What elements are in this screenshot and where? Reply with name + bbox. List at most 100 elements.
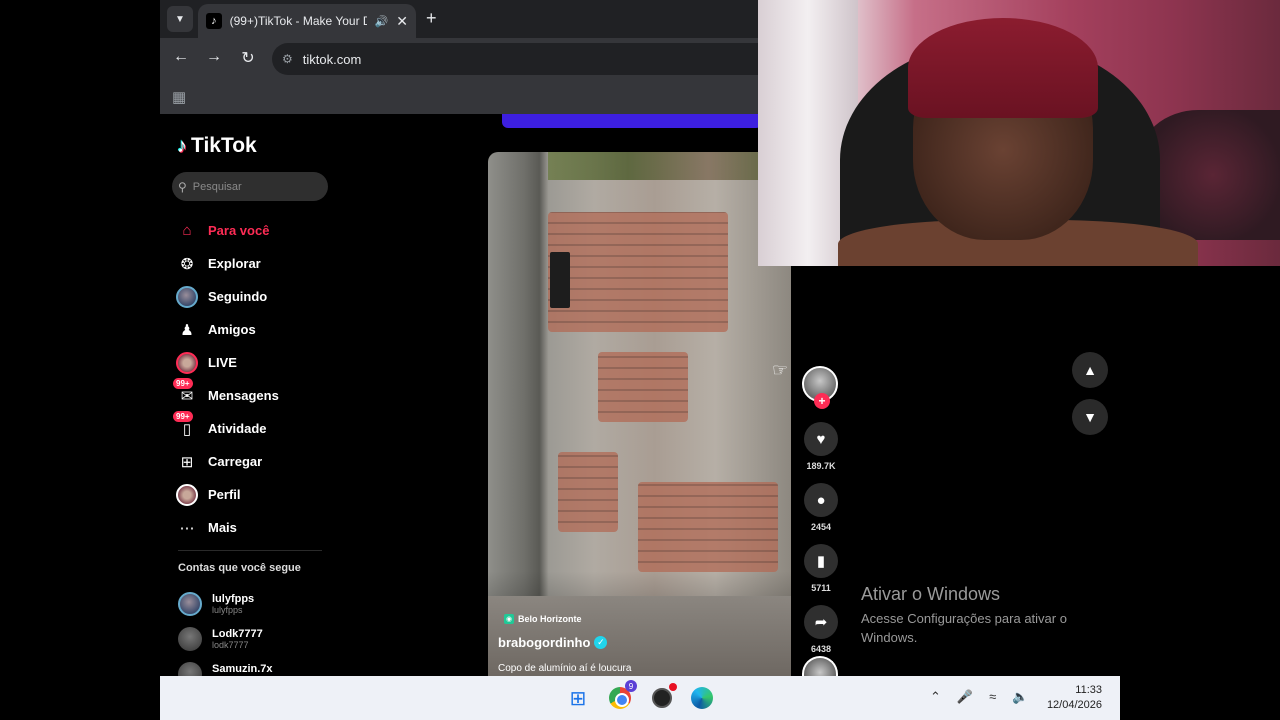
share-icon[interactable]: ➦ (804, 605, 838, 639)
activity-icon: ▯ 99+ (173, 410, 198, 440)
avatar (178, 626, 202, 651)
video-scene (638, 482, 778, 572)
account-handle: lulyfpps (212, 604, 243, 615)
tiktok-icon: ♪ (177, 134, 187, 157)
tiktok-logo[interactable]: ♪ TikTok (177, 134, 257, 158)
follow-plus-icon[interactable]: + (814, 393, 830, 409)
messages-icon: ✉ 99+ (173, 377, 198, 407)
video-caption: Copo de alumínio aí é loucura (498, 663, 632, 674)
system-tray: ⌃ 🎤 ≈ 🔈 (930, 689, 1028, 705)
chevron-up-icon[interactable]: ⌃ (930, 689, 941, 705)
list-item[interactable]: Lodk7777 lodk7777 (178, 621, 338, 656)
video-scene (598, 352, 688, 422)
author-name: brabogordinho (498, 635, 591, 650)
back-icon[interactable]: ← (170, 48, 192, 66)
sidebar-item-mensagens[interactable]: ✉ 99+ Mensagens (173, 377, 336, 412)
chevron-down-icon: ▼ (175, 13, 185, 25)
sidebar-item-seguindo[interactable]: Seguindo (176, 280, 336, 313)
notification-badge: 9 (625, 680, 637, 692)
sidebar-item-label: Explorar (208, 256, 261, 271)
share-action[interactable]: ➦ 6438 (802, 605, 840, 654)
like-count: 189.7K (806, 461, 836, 471)
audio-icon[interactable]: 🔊 (375, 15, 389, 28)
forward-icon[interactable]: → (203, 48, 225, 66)
sidebar-item-label: Seguindo (208, 289, 268, 304)
sidebar-item-live[interactable]: LIVE (176, 346, 336, 379)
microphone-icon[interactable]: 🎤 (957, 689, 973, 705)
video-location[interactable]: ◉ Belo Horizonte (504, 614, 582, 624)
video-scene (548, 212, 728, 332)
chevron-up-icon: ▲ (1083, 362, 1097, 378)
search-box[interactable]: ⚲ (172, 172, 328, 201)
list-item[interactable]: Samuzin.7x samuzin679 (178, 656, 338, 676)
wifi-icon[interactable]: ≈ (989, 689, 996, 705)
new-tab-icon[interactable]: + (426, 8, 437, 29)
edge-logo (691, 687, 713, 709)
video-scene (548, 152, 788, 180)
live-avatar (176, 351, 198, 374)
speaker-icon[interactable]: 🔈 (1012, 689, 1028, 705)
sidebar-item-explorar[interactable]: ❂ Explorar (176, 247, 336, 280)
avatar (178, 591, 202, 616)
location-text: Belo Horizonte (518, 614, 582, 624)
webcam-overlay (758, 0, 1280, 266)
bookmark-action[interactable]: ▮ 5711 (802, 544, 840, 593)
comment-action[interactable]: ● 2454 (802, 483, 840, 532)
activation-desc: Acesse Configurações para ativar o Windo… (861, 611, 1067, 645)
sidebar-item-label: Atividade (208, 421, 267, 436)
logo-text: TikTok (191, 134, 257, 157)
video-scene (550, 252, 570, 308)
apps-icon[interactable]: ▦ (172, 88, 186, 106)
edge-icon[interactable] (688, 684, 716, 712)
screen: ▼ ♪ (99+)TikTok - Make Your Day 🔊 ✕ + ← … (0, 0, 1280, 720)
clock[interactable]: 11:33 12/04/2026 (1044, 683, 1102, 713)
recording-dot (669, 683, 677, 691)
sidebar-item-label: Amigos (208, 322, 256, 337)
creator-avatar[interactable]: + (802, 366, 838, 409)
account-name: Samuzin.7x (212, 662, 273, 675)
obs-icon[interactable] (648, 683, 677, 712)
video-author[interactable]: brabogordinho ✓ (498, 635, 608, 650)
clock-date: 12/04/2026 (1046, 699, 1102, 711)
list-item[interactable]: lulyfpps lulyfpps (178, 586, 338, 621)
sidebar-item-para-voce[interactable]: ⌂ Para você (176, 214, 336, 247)
tab-tiktok[interactable]: ♪ (99+)TikTok - Make Your Day 🔊 ✕ (198, 4, 416, 38)
webcam-scene (908, 18, 1098, 118)
divider (178, 550, 322, 551)
more-icon: ⋯ (179, 519, 195, 537)
next-video-button[interactable]: ▼ (1072, 399, 1108, 435)
chrome-icon[interactable]: 9 (606, 680, 637, 712)
sidebar-item-label: Mensagens (208, 388, 279, 403)
tiktok-icon: ♪ (206, 13, 222, 29)
sidebar-item-amigos[interactable]: ♟ Amigos (176, 313, 336, 346)
search-input[interactable] (192, 180, 313, 193)
tab-title: (99+)TikTok - Make Your Day (229, 14, 367, 28)
bookmark-icon[interactable]: ▮ (804, 544, 838, 578)
next-creator-avatar[interactable] (802, 656, 838, 676)
share-count: 6438 (810, 644, 832, 654)
sidebar-item-atividade[interactable]: ▯ 99+ Atividade (173, 410, 336, 445)
avatar (178, 661, 202, 676)
sidebar-item-perfil[interactable]: Perfil (176, 478, 336, 511)
windows-start-icon[interactable]: ⊞ (564, 684, 592, 712)
cursor-icon: ☞ (772, 360, 789, 380)
heart-icon[interactable]: ♥ (804, 422, 838, 456)
activation-title: Ativar o Windows (861, 584, 1001, 604)
site-info-icon[interactable]: ⚙ (282, 52, 293, 66)
url-text: tiktok.com (302, 51, 362, 67)
banner[interactable] (502, 114, 762, 128)
home-icon: ⌂ (182, 222, 192, 239)
windows-activation-watermark: Ativar o Windows Acesse Configurações pa… (861, 584, 1101, 647)
close-icon[interactable]: ✕ (396, 13, 408, 30)
search-icon: ⚲ (178, 179, 187, 194)
sidebar-item-carregar[interactable]: ⊞ Carregar (176, 445, 336, 478)
comment-icon[interactable]: ● (804, 483, 838, 517)
like-action[interactable]: ♥ 189.7K (802, 422, 840, 471)
previous-video-button[interactable]: ▲ (1072, 352, 1108, 388)
video-player[interactable]: ☞ ◉ Belo Horizonte brabogordinho ✓ Copo … (488, 152, 791, 676)
notification-badge: 99+ (173, 377, 193, 389)
sidebar-item-label: Perfil (208, 487, 241, 502)
reload-icon[interactable]: ↻ (237, 48, 259, 68)
tab-list-button[interactable]: ▼ (167, 6, 193, 32)
sidebar-item-mais[interactable]: ⋯ Mais (176, 511, 336, 544)
